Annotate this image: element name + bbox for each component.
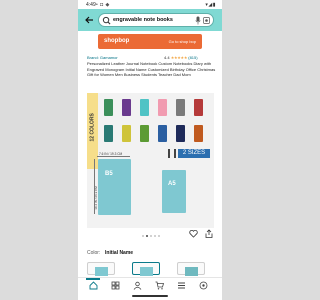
colors-label: 12 COLORS — [89, 113, 96, 142]
notebook-a5: A5 — [162, 170, 186, 213]
color-option-thumbnail — [140, 267, 153, 276]
color-option-thumbnail — [95, 267, 108, 276]
product-image[interactable]: 12 COLORS 7.6 IN / 19.3 CM 10.4 IN / 26.… — [87, 93, 214, 228]
back-arrow-icon[interactable] — [84, 15, 94, 25]
sponsored-banner[interactable]: shopbop Go to shop bop — [78, 31, 222, 51]
search-icon — [102, 16, 111, 25]
status-time: 4:49 — [86, 2, 96, 8]
home-icon[interactable] — [89, 281, 98, 290]
width-dimension-line — [97, 156, 130, 157]
signal-battery-icons: ▾◢▮ — [205, 2, 216, 8]
color-swatch — [122, 99, 131, 116]
sizes-label: 2 SIZES — [178, 149, 210, 158]
carousel-dot[interactable] — [146, 235, 148, 237]
microphone-icon[interactable] — [195, 16, 201, 25]
banner-ad[interactable]: shopbop Go to shop bop — [98, 34, 202, 49]
gesture-bar — [78, 292, 222, 300]
share-icon[interactable] — [205, 229, 213, 238]
width-dimension: 7.6 IN / 19.3 CM — [99, 152, 123, 156]
color-swatch — [194, 99, 203, 116]
notification-icons: • ◘ ◆ — [96, 2, 110, 8]
color-swatch — [176, 99, 185, 116]
bottom-nav — [78, 277, 222, 292]
brand-link[interactable]: Brand: Gamamor — [87, 55, 118, 60]
color-swatch — [104, 125, 113, 142]
banner-tagline: Go to shop bop — [168, 39, 196, 44]
color-option-3[interactable] — [177, 262, 205, 276]
color-swatch — [194, 125, 203, 142]
color-swatch — [140, 99, 149, 116]
status-bar: 4:49 • ◘ ◆ ▾◢▮ — [78, 0, 222, 9]
assistant-icon[interactable] — [199, 281, 208, 290]
colors-ribbon: 12 COLORS — [87, 93, 98, 169]
banner-brand: shopbop — [104, 38, 130, 44]
heart-icon[interactable] — [189, 229, 198, 238]
color-option-selected[interactable] — [132, 262, 160, 276]
color-value: Initial Name — [105, 250, 134, 256]
rating-value: 4.4 — [164, 55, 170, 60]
active-tab-indicator — [86, 278, 100, 280]
b5-label: B5 — [105, 171, 113, 177]
camera-scan-icon[interactable] — [203, 17, 210, 24]
a5-label: A5 — [168, 181, 176, 187]
search-header: engravable note books — [78, 9, 222, 31]
color-swatch — [158, 125, 167, 142]
sizes-badge: 2 SIZES — [168, 149, 210, 158]
sizes-bars-icon — [168, 149, 176, 158]
color-swatch — [104, 99, 113, 116]
color-label: Color: — [87, 250, 101, 256]
color-swatch — [122, 125, 131, 142]
color-option-thumbnail — [185, 267, 198, 276]
rating-stars: ★★★★★ — [170, 55, 188, 60]
library-icon[interactable] — [111, 281, 120, 290]
profile-icon[interactable] — [133, 281, 142, 290]
carousel-dot[interactable] — [158, 235, 160, 237]
cart-icon[interactable] — [155, 281, 164, 290]
carousel-dots[interactable] — [142, 235, 162, 239]
rating-count: (815) — [188, 55, 198, 60]
app-screen: 4:49 • ◘ ◆ ▾◢▮ engravable note books sho… — [78, 0, 222, 300]
search-input[interactable]: engravable note books — [98, 13, 214, 27]
carousel-dot[interactable] — [142, 235, 144, 237]
color-swatch — [140, 125, 149, 142]
color-option-1[interactable] — [87, 262, 115, 276]
product-rating[interactable]: 4.4 ★★★★★ (815) — [164, 55, 198, 60]
color-swatch — [176, 125, 185, 142]
notebook-b5: B5 — [98, 159, 131, 215]
product-title: Personalized Leather Journal Notebook Cu… — [87, 61, 216, 78]
carousel-dot[interactable] — [150, 235, 152, 237]
color-swatch — [158, 99, 167, 116]
carousel-dot[interactable] — [154, 235, 156, 237]
search-query: engravable note books — [113, 17, 173, 23]
menu-icon[interactable] — [177, 281, 186, 290]
